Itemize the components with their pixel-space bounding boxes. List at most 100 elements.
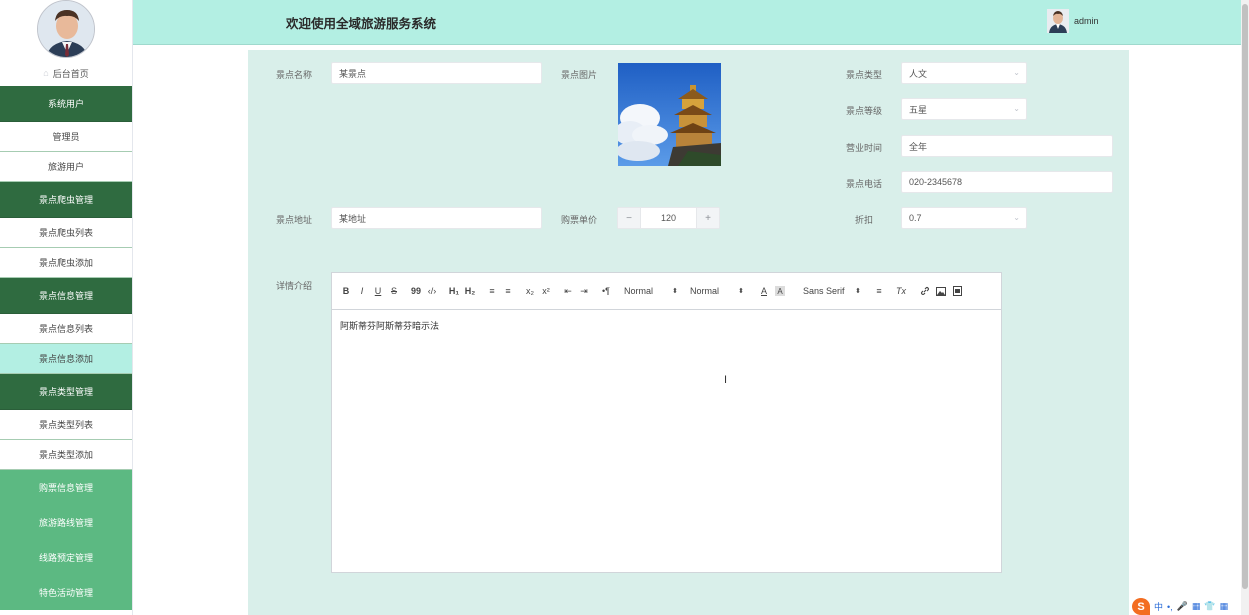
menu-group-routes[interactable]: 旅游路线管理 (0, 505, 132, 540)
align-button[interactable]: ≡ (871, 283, 887, 299)
level-value: 五星 (909, 104, 928, 115)
price-stepper[interactable]: − 120 + (617, 207, 720, 229)
link-icon (920, 286, 930, 296)
updown-icon: ⬍ (738, 288, 744, 295)
ime-toolbar: S 中 •, 🎤 ▦ 👕 ▦ (1132, 598, 1228, 615)
text-color-button[interactable]: A (756, 283, 772, 299)
clean-format-button[interactable]: Tx (893, 283, 909, 299)
home-icon: ⌂ (43, 68, 49, 78)
ime-keyboard-icon[interactable]: ▦ (1192, 601, 1201, 612)
strike-button[interactable]: S (386, 283, 402, 299)
level-select[interactable]: 五星 ⌄ (901, 98, 1027, 120)
ime-skin-icon[interactable]: 👕 (1204, 601, 1215, 612)
editor-content[interactable]: 阿斯蒂芬阿斯蒂芬暗示法 (332, 310, 1001, 341)
price-decrease-button[interactable]: − (618, 208, 640, 228)
menu-group-spider[interactable]: 景点爬虫管理 (0, 182, 132, 218)
video-button[interactable] (949, 283, 965, 299)
name-label: 景点名称 (276, 70, 313, 80)
menu-item-type-add[interactable]: 景点类型添加 (0, 440, 132, 470)
header-avatar (1047, 9, 1069, 33)
background-color-button[interactable]: A (775, 286, 785, 296)
type-select[interactable]: 人文 ⌄ (901, 62, 1027, 84)
menu-group-bookings[interactable]: 线路预定管理 (0, 540, 132, 575)
menu-item-spot-list[interactable]: 景点信息列表 (0, 314, 132, 344)
menu-group-activities[interactable]: 特色活动管理 (0, 575, 132, 610)
level-label: 景点等级 (846, 106, 883, 116)
bold-button[interactable]: B (338, 283, 354, 299)
avatar[interactable] (37, 0, 95, 58)
image-button[interactable] (933, 283, 949, 299)
top-header: 欢迎使用全域旅游服务系统 admin (133, 0, 1249, 45)
address-label: 景点地址 (276, 215, 313, 225)
code-button[interactable]: ‹/› (424, 283, 440, 299)
rich-text-editor: B I U S 99 ‹/› H₁ H₂ ≡ ≡ x₂ x² ⇤ ⇥ •¶ No… (331, 272, 1002, 573)
menu-item-admin[interactable]: 管理员 (0, 122, 132, 152)
menu-item-spot-add[interactable]: 景点信息添加 (0, 344, 132, 374)
sidebar: ⌂ 后台首页 系统用户 管理员 旅游用户 景点爬虫管理 景点爬虫列表 景点爬虫添… (0, 0, 133, 615)
updown-icon: ⬍ (855, 288, 861, 295)
price-value[interactable]: 120 (640, 208, 697, 228)
ime-grid-icon[interactable]: ▦ (1220, 601, 1229, 612)
ime-lang-toggle[interactable]: 中 (1154, 600, 1163, 613)
chevron-down-icon: ⌄ (1013, 104, 1020, 113)
italic-button[interactable]: I (354, 283, 370, 299)
image-label: 景点图片 (561, 70, 598, 80)
header1-button[interactable]: H₁ (446, 283, 462, 299)
header-value: Normal (690, 286, 720, 296)
ordered-list-button[interactable]: ≡ (484, 283, 500, 299)
type-label: 景点类型 (846, 70, 883, 80)
size-dropdown[interactable]: Normal ⬍ (620, 286, 682, 296)
indent-button[interactable]: ⇥ (576, 283, 592, 299)
detail-label: 详情介绍 (276, 281, 313, 291)
menu-item-spider-list[interactable]: 景点爬虫列表 (0, 218, 132, 248)
menu-group-system-users[interactable]: 系统用户 (0, 86, 132, 122)
discount-value: 0.7 (909, 213, 922, 223)
avatar-wrap (0, 0, 132, 60)
discount-label: 折扣 (855, 215, 874, 225)
spot-image[interactable] (618, 63, 721, 166)
page-scrollbar[interactable] (1241, 0, 1249, 615)
menu-item-type-list[interactable]: 景点类型列表 (0, 410, 132, 440)
chevron-down-icon: ⌄ (1013, 213, 1020, 222)
link-button[interactable] (917, 283, 933, 299)
menu-group-tickets[interactable]: 购票信息管理 (0, 470, 132, 505)
text-direction-button[interactable]: •¶ (598, 283, 614, 299)
video-icon (952, 286, 962, 296)
header-username: admin (1074, 16, 1099, 26)
editor-toolbar: B I U S 99 ‹/› H₁ H₂ ≡ ≡ x₂ x² ⇤ ⇥ •¶ No… (332, 273, 1001, 310)
price-label: 购票单价 (561, 215, 598, 225)
subscript-button[interactable]: x₂ (522, 283, 538, 299)
image-icon (936, 286, 946, 296)
phone-input[interactable]: 020-2345678 (901, 171, 1113, 193)
scroll-thumb[interactable] (1242, 4, 1248, 589)
outdent-button[interactable]: ⇤ (560, 283, 576, 299)
hours-input[interactable]: 全年 (901, 135, 1113, 157)
ime-mic-icon[interactable]: 🎤 (1177, 601, 1188, 612)
user-menu[interactable]: admin (1047, 9, 1099, 33)
underline-button[interactable]: U (370, 283, 386, 299)
ime-punct-toggle[interactable]: •, (1167, 602, 1173, 612)
discount-select[interactable]: 0.7 ⌄ (901, 207, 1027, 229)
hours-label: 营业时间 (846, 143, 883, 153)
menu-item-tourist-users[interactable]: 旅游用户 (0, 152, 132, 182)
bullet-list-button[interactable]: ≡ (500, 283, 516, 299)
menu-item-spider-add[interactable]: 景点爬虫添加 (0, 248, 132, 278)
menu-group-spot-info[interactable]: 景点信息管理 (0, 278, 132, 314)
type-value: 人文 (909, 68, 928, 79)
header2-button[interactable]: H₂ (462, 283, 478, 299)
name-input[interactable]: 某景点 (331, 62, 542, 84)
form-panel: 景点名称 某景点 景点图片 景点类型 人文 ⌄ 景点等级 五星 ⌄ 营业时间 全… (248, 50, 1129, 615)
address-input[interactable]: 某地址 (331, 207, 542, 229)
menu-group-spot-type[interactable]: 景点类型管理 (0, 374, 132, 410)
sidebar-home-link[interactable]: ⌂ 后台首页 (0, 60, 132, 86)
blockquote-button[interactable]: 99 (408, 283, 424, 299)
text-cursor-icon: I (724, 374, 728, 386)
home-label: 后台首页 (52, 68, 89, 79)
superscript-button[interactable]: x² (538, 283, 554, 299)
header-dropdown[interactable]: Normal ⬍ (686, 286, 748, 296)
font-dropdown[interactable]: Sans Serif ⬍ (799, 286, 865, 296)
phone-label: 景点电话 (846, 179, 883, 189)
page-title: 欢迎使用全域旅游服务系统 (286, 17, 437, 31)
sogou-logo-icon[interactable]: S (1132, 598, 1150, 615)
price-increase-button[interactable]: + (697, 208, 719, 228)
